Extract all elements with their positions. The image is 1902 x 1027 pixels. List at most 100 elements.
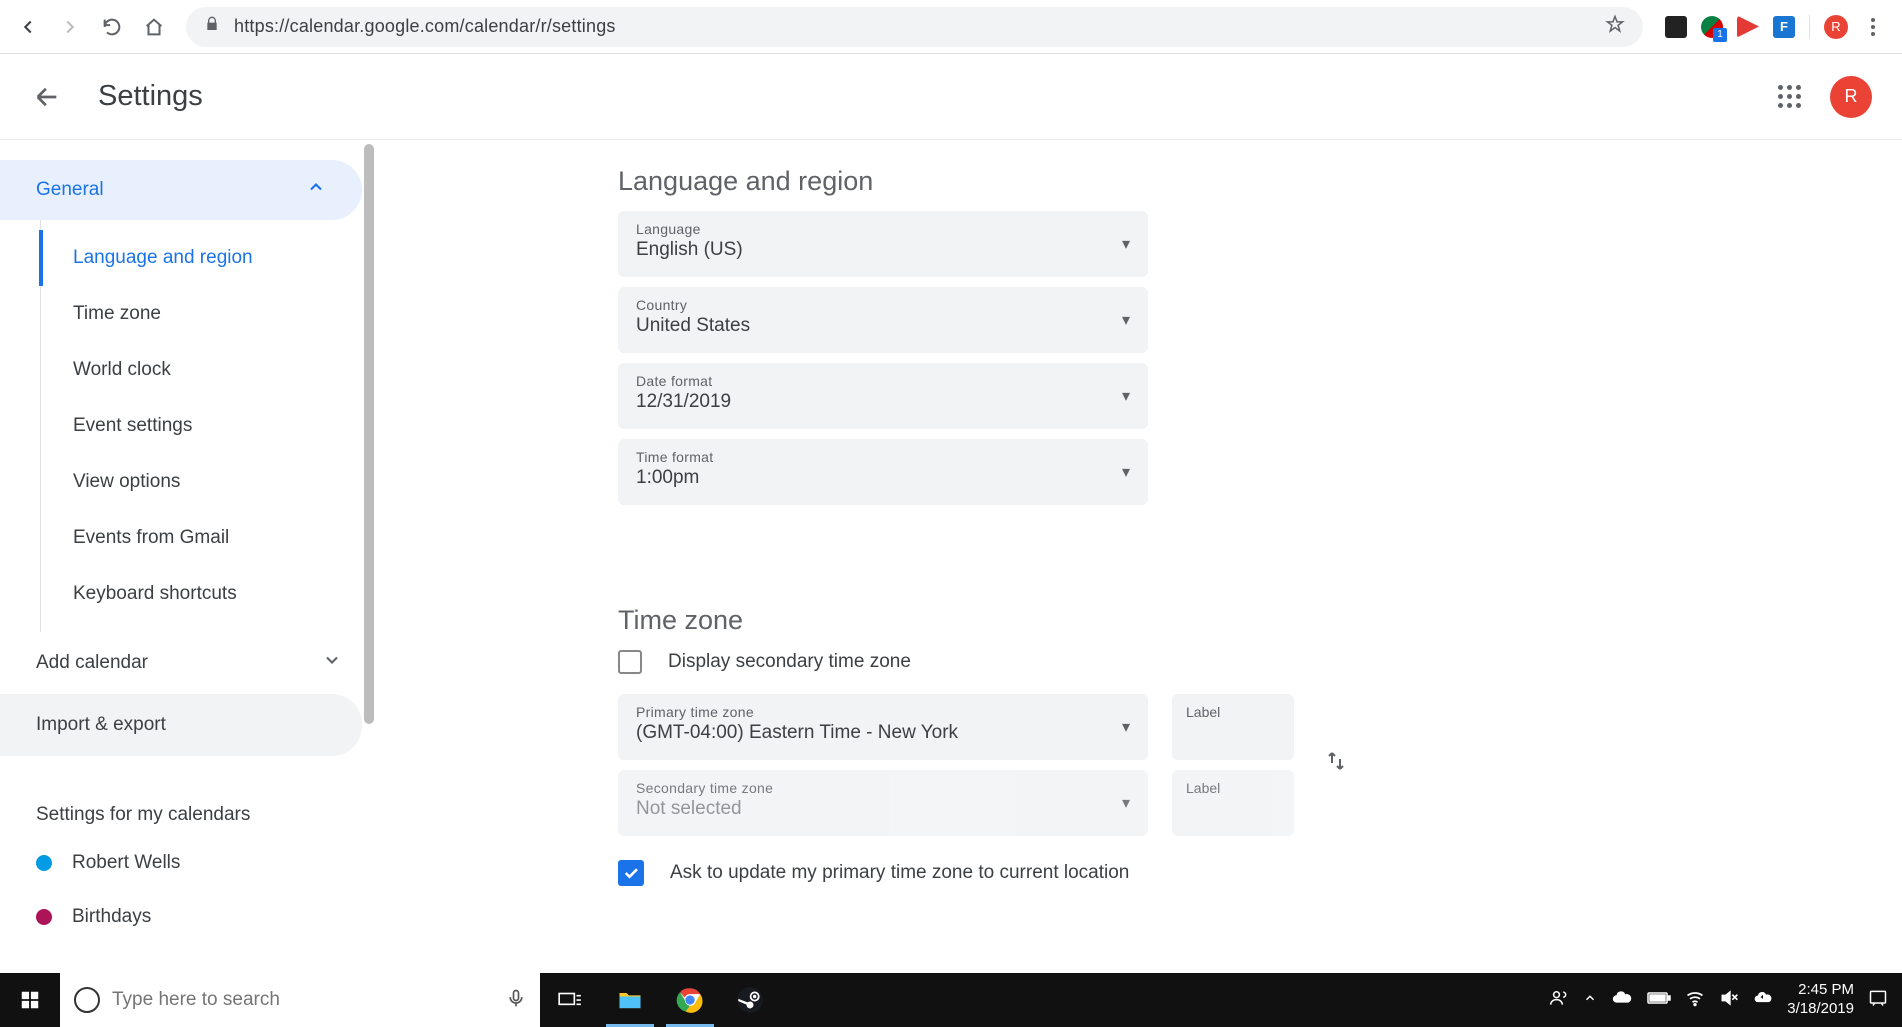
calendar-color-dot xyxy=(36,855,52,871)
dropdown-arrow-icon: ▾ xyxy=(1122,310,1130,330)
app-header: Settings R xyxy=(0,54,1902,140)
chevron-down-icon xyxy=(322,650,342,676)
sidebar-group-label: General xyxy=(36,179,104,201)
url-text: https://calendar.google.com/calendar/r/s… xyxy=(234,16,616,37)
checkbox-label: Display secondary time zone xyxy=(668,651,911,673)
extension-badge: 1 xyxy=(1713,28,1727,42)
primary-tz-dropdown[interactable]: Primary time zone (GMT-04:00) Eastern Ti… xyxy=(618,694,1148,760)
sidebar-item-label: Import & export xyxy=(36,714,166,736)
sidebar-subitem[interactable]: View options xyxy=(41,454,378,510)
tray-wifi-icon[interactable] xyxy=(1685,988,1705,1013)
sidebar-section-my-calendars: Settings for my calendars xyxy=(0,784,378,836)
dropdown-value: (GMT-04:00) Eastern Time - New York xyxy=(636,722,1098,744)
nav-home-button[interactable] xyxy=(136,9,172,45)
taskbar-search-input[interactable] xyxy=(112,989,494,1011)
separator xyxy=(1809,15,1810,39)
chevron-up-icon xyxy=(306,177,326,203)
dropdown-value: 1:00pm xyxy=(636,467,1098,489)
extension-3-icon[interactable] xyxy=(1737,16,1759,38)
google-apps-button[interactable] xyxy=(1778,85,1802,109)
tray-volume-muted-icon[interactable] xyxy=(1719,988,1739,1013)
page-title: Settings xyxy=(98,80,203,113)
tray-sync-icon[interactable] xyxy=(1753,988,1773,1013)
dropdown-arrow-icon: ▾ xyxy=(1122,717,1130,737)
dropdown-value: 12/31/2019 xyxy=(636,391,1098,413)
dropdown-label: Language xyxy=(636,221,1098,237)
dropdown-arrow-icon: ▾ xyxy=(1122,234,1130,254)
calendar-item[interactable]: Robert Wells xyxy=(0,836,378,890)
sidebar-group-general[interactable]: General xyxy=(0,160,362,220)
dropdown-arrow-icon: ▾ xyxy=(1122,386,1130,406)
taskbar-file-explorer[interactable] xyxy=(600,973,660,1027)
taskbar-chrome[interactable] xyxy=(660,973,720,1027)
sidebar-item-label: Add calendar xyxy=(36,652,148,674)
ask-update-tz-checkbox[interactable] xyxy=(618,860,644,886)
sidebar-subitem[interactable]: World clock xyxy=(41,342,378,398)
dropdown-label: Time format xyxy=(636,449,1098,465)
sidebar-subitem[interactable]: Time zone xyxy=(41,286,378,342)
time-format-dropdown[interactable]: Time format 1:00pm ▾ xyxy=(618,439,1148,505)
lock-icon xyxy=(204,16,220,37)
tray-battery-icon[interactable] xyxy=(1647,990,1671,1011)
nav-back-button[interactable] xyxy=(10,9,46,45)
sidebar-subitem[interactable]: Keyboard shortcuts xyxy=(41,566,378,622)
secondary-tz-label-field[interactable]: Label xyxy=(1172,770,1294,836)
secondary-tz-dropdown[interactable]: Secondary time zone Not selected ▾ xyxy=(618,770,1148,836)
extension-1-icon[interactable] xyxy=(1665,16,1687,38)
language-dropdown[interactable]: Language English (US) ▾ xyxy=(618,211,1148,277)
bookmark-star-icon[interactable] xyxy=(1605,14,1625,39)
nav-forward-button[interactable] xyxy=(52,9,88,45)
sidebar-item-add-calendar[interactable]: Add calendar xyxy=(0,632,378,694)
checkbox-label: Ask to update my primary time zone to cu… xyxy=(670,862,1129,884)
primary-tz-label-field[interactable]: Label xyxy=(1172,694,1294,760)
calendar-color-dot xyxy=(36,909,52,925)
account-avatar[interactable]: R xyxy=(1830,76,1872,118)
nav-reload-button[interactable] xyxy=(94,9,130,45)
browser-profile-avatar[interactable]: R xyxy=(1824,15,1848,39)
sidebar-subitem[interactable]: Event settings xyxy=(41,398,378,454)
calendar-item[interactable]: Birthdays xyxy=(0,890,378,944)
dropdown-label: Date format xyxy=(636,373,1098,389)
tray-people-icon[interactable] xyxy=(1549,988,1569,1013)
section-title-language-region: Language and region xyxy=(618,166,1902,197)
cortana-icon xyxy=(74,987,100,1013)
extension-4-icon[interactable]: F xyxy=(1773,16,1795,38)
extension-icons: 1 F R xyxy=(1657,15,1892,39)
tray-time-text: 2:45 PM xyxy=(1787,981,1854,1000)
task-view-button[interactable] xyxy=(540,973,600,1027)
tray-date-text: 3/18/2019 xyxy=(1787,1000,1854,1019)
extension-2-icon[interactable]: 1 xyxy=(1701,16,1723,38)
country-dropdown[interactable]: Country United States ▾ xyxy=(618,287,1148,353)
swap-tz-icon[interactable] xyxy=(1324,749,1348,778)
settings-sidebar: General Language and regionTime zoneWorl… xyxy=(0,140,378,973)
calendar-name: Robert Wells xyxy=(72,852,180,874)
settings-content: Language and region Language English (US… xyxy=(378,140,1902,973)
dropdown-value: United States xyxy=(636,315,1098,337)
calendar-name: Birthdays xyxy=(72,906,151,928)
taskbar-steam[interactable] xyxy=(720,973,780,1027)
dropdown-value: Not selected xyxy=(636,798,1098,820)
dropdown-label: Secondary time zone xyxy=(636,780,1098,796)
dropdown-arrow-icon: ▾ xyxy=(1122,462,1130,482)
date-format-dropdown[interactable]: Date format 12/31/2019 ▾ xyxy=(618,363,1148,429)
taskbar-search[interactable] xyxy=(60,973,540,1027)
section-title-time-zone: Time zone xyxy=(618,605,1902,636)
sidebar-scrollbar-thumb[interactable] xyxy=(364,144,374,724)
sidebar-subitem[interactable]: Language and region xyxy=(39,230,378,286)
sidebar-subitem[interactable]: Events from Gmail xyxy=(41,510,378,566)
sidebar-item-import-export[interactable]: Import & export xyxy=(0,694,362,756)
dropdown-arrow-icon: ▾ xyxy=(1122,793,1130,813)
browser-toolbar: https://calendar.google.com/calendar/r/s… xyxy=(0,0,1902,54)
settings-back-button[interactable] xyxy=(30,80,64,114)
mic-icon[interactable] xyxy=(506,988,526,1013)
browser-menu-button[interactable] xyxy=(1862,18,1884,36)
display-secondary-tz-checkbox[interactable] xyxy=(618,650,642,674)
start-button[interactable] xyxy=(0,973,60,1027)
tray-clock[interactable]: 2:45 PM 3/18/2019 xyxy=(1787,981,1854,1019)
dropdown-label: Primary time zone xyxy=(636,704,1098,720)
address-bar[interactable]: https://calendar.google.com/calendar/r/s… xyxy=(186,7,1643,47)
tray-chevron-up-icon[interactable] xyxy=(1583,991,1597,1010)
dropdown-label: Country xyxy=(636,297,1098,313)
tray-notifications-icon[interactable] xyxy=(1868,988,1888,1013)
tray-onedrive-icon[interactable] xyxy=(1611,987,1633,1014)
